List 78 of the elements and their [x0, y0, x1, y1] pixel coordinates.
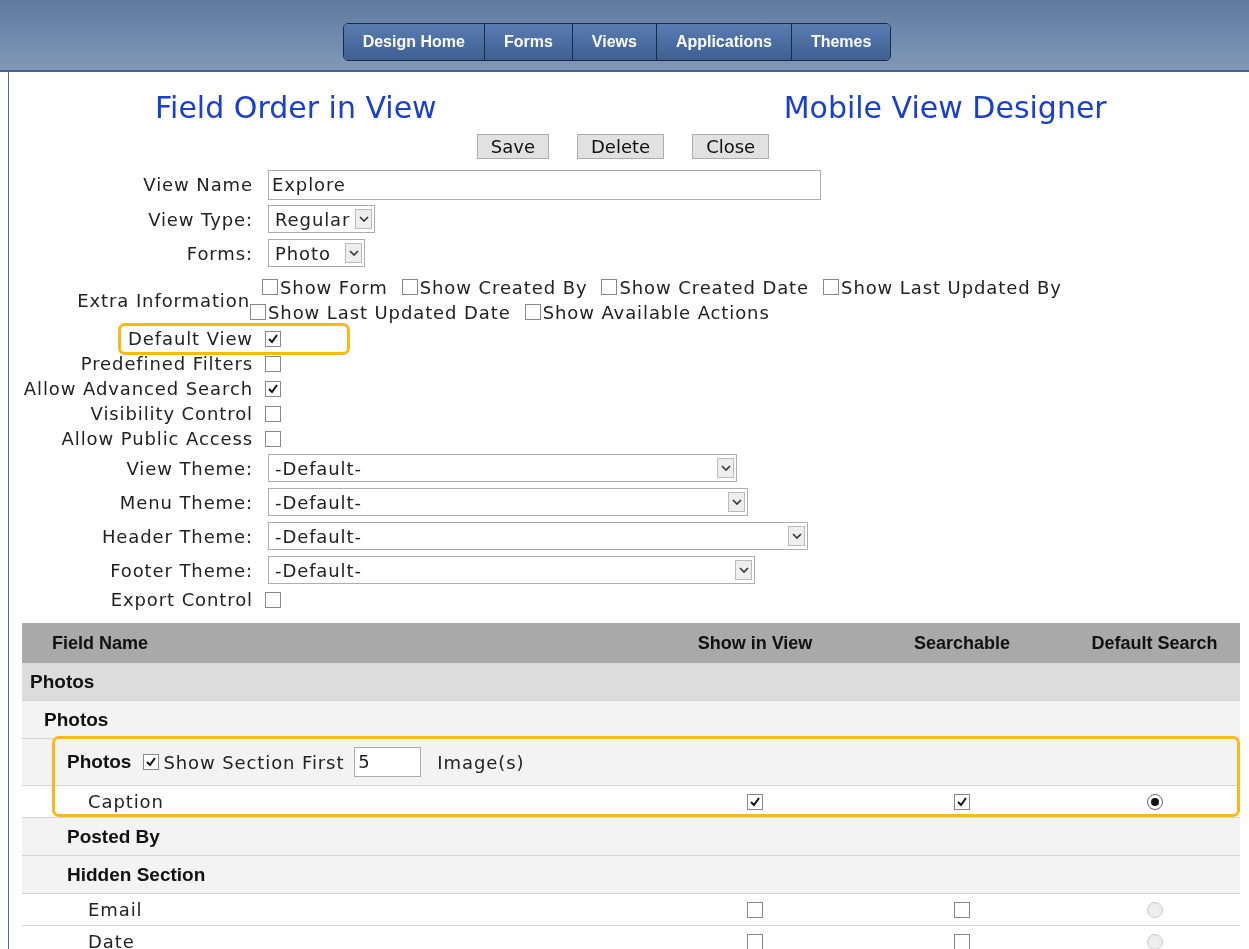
action-button[interactable]: Save	[476, 134, 549, 159]
checkbox[interactable]	[250, 304, 266, 320]
option-label: Show Last Updated Date	[268, 302, 511, 323]
nav-tab[interactable]: Themes	[791, 24, 891, 60]
caret-icon	[717, 458, 734, 478]
checkbox[interactable]	[601, 279, 618, 295]
field-label: Menu Theme:	[118, 491, 254, 513]
row-name: Date	[88, 931, 135, 949]
checkbox[interactable]	[954, 901, 970, 918]
dropdown[interactable]: Photo	[268, 239, 365, 267]
dropdown[interactable]: -Default-	[268, 454, 737, 482]
field-label: Export Control	[109, 589, 254, 610]
nav-tab[interactable]: Design Home	[343, 24, 485, 60]
caret-icon	[788, 526, 805, 546]
caret-icon	[355, 209, 372, 229]
row-name: Hidden Section	[67, 863, 206, 886]
field-label: Extra Information	[76, 289, 250, 311]
checkbox[interactable]	[954, 933, 970, 949]
page-title: Field Order in View	[155, 90, 437, 125]
caret-icon	[345, 243, 362, 263]
field-label: Predefined Filters	[79, 353, 254, 374]
field-label: View Type:	[147, 208, 254, 230]
option-label: Show Created By	[419, 277, 588, 298]
checkbox[interactable]	[401, 279, 418, 295]
action-button[interactable]: Close	[692, 134, 770, 159]
row-name: Email	[88, 899, 143, 920]
text-input[interactable]: Explore	[268, 169, 821, 200]
option-label: Show Available Actions	[542, 302, 770, 323]
checkbox[interactable]	[265, 355, 281, 372]
checkbox[interactable]	[954, 793, 970, 810]
field-label: Footer Theme:	[109, 559, 254, 581]
radio-button[interactable]	[1146, 793, 1163, 810]
field-label: View Theme:	[125, 457, 254, 479]
checkbox[interactable]	[143, 754, 160, 770]
row-name: Caption	[88, 791, 164, 812]
checkbox[interactable]	[265, 430, 281, 447]
checkbox[interactable]	[265, 330, 281, 347]
column-header: Default Search	[1090, 632, 1219, 654]
dropdown[interactable]: -Default-	[268, 488, 748, 516]
nav-tab[interactable]: Applications	[656, 24, 792, 60]
row-name: Photos	[44, 708, 109, 731]
field-label: Default View	[127, 328, 254, 349]
field-label: View Name	[142, 174, 254, 195]
nav-tab[interactable]: Forms	[484, 24, 573, 60]
action-button[interactable]: Delete	[577, 134, 665, 159]
row-name: Photos	[67, 751, 132, 773]
option-label: Show Last Updated By	[841, 277, 1062, 298]
option-label: Show Created Date	[619, 277, 810, 298]
column-header: Searchable	[912, 632, 1012, 654]
caret-icon	[728, 492, 745, 512]
checkbox[interactable]	[747, 793, 763, 810]
dropdown[interactable]: -Default-	[268, 522, 808, 550]
unit-label: Image(s)	[437, 751, 525, 773]
page-title: Mobile View Designer	[783, 90, 1107, 125]
nav-tab[interactable]: Views	[572, 24, 657, 60]
field-label: Header Theme:	[100, 525, 254, 547]
checkbox[interactable]	[265, 591, 281, 608]
checkbox[interactable]	[262, 279, 278, 295]
caret-icon	[735, 560, 752, 580]
column-header: Show in View	[696, 632, 814, 654]
checkbox[interactable]	[747, 901, 763, 918]
checkbox[interactable]	[524, 304, 541, 320]
field-label: Visibility Control	[89, 403, 254, 424]
dropdown[interactable]: Regular	[268, 205, 375, 233]
checkbox[interactable]	[265, 380, 281, 397]
field-label: Allow Advanced Search	[22, 378, 254, 399]
checkbox[interactable]	[747, 933, 763, 949]
checkbox[interactable]	[265, 405, 281, 422]
option-label: Show Form	[280, 277, 388, 298]
checkbox[interactable]	[823, 279, 840, 295]
option-label: Show Section First	[163, 751, 345, 773]
column-header: Field Name	[51, 632, 150, 654]
number-input[interactable]: 5	[354, 747, 422, 777]
field-label: Forms:	[185, 242, 254, 264]
field-label: Allow Public Access	[60, 428, 254, 449]
dropdown[interactable]: -Default-	[268, 556, 755, 584]
row-name: Photos	[30, 670, 95, 693]
row-name: Posted By	[67, 825, 160, 848]
